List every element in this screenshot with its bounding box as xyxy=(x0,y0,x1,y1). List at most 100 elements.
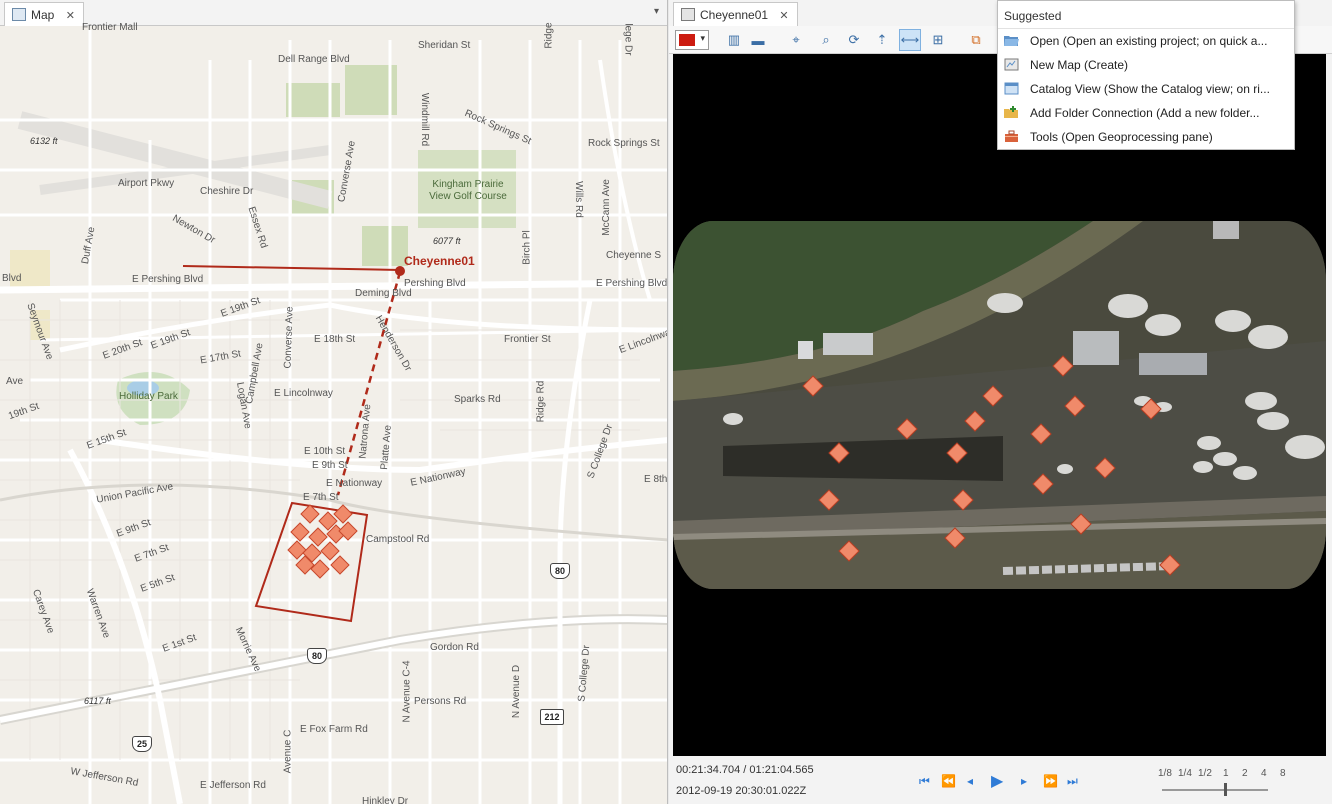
skip-to-end-icon[interactable]: ⏭ xyxy=(1067,774,1078,789)
speed-label: 1/2 xyxy=(1198,768,1212,779)
speed-label: 1/8 xyxy=(1158,768,1172,779)
rewind-icon[interactable]: ⏪ xyxy=(941,774,956,788)
speed-label: 4 xyxy=(1261,768,1267,779)
track-icon[interactable]: ⟷ xyxy=(899,29,921,51)
park-label: Kingham Prairie View Golf Course xyxy=(429,179,507,202)
map-label: Ridge xyxy=(543,22,555,49)
map-label: Rock Springs St xyxy=(588,138,660,149)
map-label: Birch Pl xyxy=(521,230,533,265)
map-label: Cheshire Dr xyxy=(200,186,254,197)
color-picker[interactable]: ▾ xyxy=(675,30,709,50)
add-folder-icon xyxy=(1004,106,1018,118)
map-label: Windmill Rd xyxy=(419,92,431,147)
pane-menu-icon[interactable]: ▾ xyxy=(654,6,659,17)
tab-map[interactable]: Map ✕ xyxy=(4,2,84,26)
map-label: Deming Blvd xyxy=(355,288,412,299)
suggested-item-label: Tools (Open Geoprocessing pane) xyxy=(1030,130,1213,144)
step-back-icon[interactable]: ◂ xyxy=(967,774,973,788)
map-label: Frontier Mall xyxy=(82,22,138,33)
video-player[interactable] xyxy=(673,54,1326,756)
catalog-icon xyxy=(1004,82,1019,95)
time-position: 00:21:34.704 / 01:21:04.565 xyxy=(676,764,814,776)
suggested-item-label: Add Folder Connection (Add a new folder.… xyxy=(1030,106,1260,120)
route-shield-icon: 212 xyxy=(540,709,564,725)
video-frame xyxy=(673,221,1326,589)
map-label: E 8th xyxy=(644,474,668,485)
map-label: Cheyenne S xyxy=(606,250,662,261)
map-label: Pershing Blvd xyxy=(404,278,466,289)
map-label: E Fox Farm Rd xyxy=(300,724,368,735)
play-icon[interactable]: ▶ xyxy=(991,771,1003,791)
north-icon[interactable]: ⇡ xyxy=(871,29,893,51)
suggested-item-label: New Map (Create) xyxy=(1030,58,1129,72)
map-icon xyxy=(12,8,26,21)
suggested-item-new-map[interactable]: New Map (Create) xyxy=(998,53,1294,77)
zoom-frame-icon[interactable]: ⌕ xyxy=(815,29,837,51)
color-swatch xyxy=(679,34,695,46)
elevation-label: 6117 ft xyxy=(84,696,111,706)
folder-open-icon xyxy=(1004,36,1019,46)
suggested-item-label: Open (Open an existing project; on quick… xyxy=(1030,34,1268,48)
interstate-shield-icon: 25 xyxy=(132,736,152,752)
tab-map-label: Map xyxy=(31,8,55,22)
chevron-down-icon: ▾ xyxy=(700,33,705,43)
suggested-item-add-folder[interactable]: Add Folder Connection (Add a new folder.… xyxy=(998,101,1294,125)
speed-label: 2 xyxy=(1242,768,1248,779)
suggested-item-tools[interactable]: Tools (Open Geoprocessing pane) xyxy=(998,125,1294,149)
map-label: E Nationway xyxy=(326,478,383,489)
suggested-item-catalog-view[interactable]: Catalog View (Show the Catalog view; on … xyxy=(998,77,1294,101)
close-icon[interactable]: ✕ xyxy=(779,10,788,22)
add-point-icon[interactable]: ⊞ xyxy=(927,29,949,51)
map-label: Ridge Rd xyxy=(535,380,547,423)
map-label: Sparks Rd xyxy=(454,394,501,405)
export-icon[interactable]: ⧉ xyxy=(965,29,987,51)
zoom-map-icon[interactable]: ⌖ xyxy=(785,29,807,51)
map-label: N Avenue D xyxy=(511,664,523,719)
map-label: Hinkley Dr xyxy=(362,796,409,804)
aerial-video-image xyxy=(673,221,1326,589)
rotate-icon[interactable]: ⟳ xyxy=(843,29,865,51)
playback-controls: 00:21:34.704 / 01:21:04.565 2012-09-19 2… xyxy=(669,756,1332,804)
map-label: N Avenue C-4 xyxy=(401,660,413,723)
elevation-label: 6077 ft xyxy=(433,236,461,246)
step-forward-icon[interactable]: ▸ xyxy=(1021,774,1027,788)
video-icon xyxy=(681,8,695,21)
map-label: Ave xyxy=(6,376,24,387)
map-label: Campstool Rd xyxy=(366,534,430,545)
measure-icon[interactable]: ▬ xyxy=(747,29,769,51)
map-label: E 10th St xyxy=(304,446,346,457)
map-label: Frontier St xyxy=(504,334,551,345)
map-pane: Map ✕ ▾ Frontier Mall Sheridan St Dell R… xyxy=(0,0,668,804)
map-label: Blvd xyxy=(2,273,22,284)
map-label: Sheridan St xyxy=(418,40,471,51)
map-label: E Lincolnway xyxy=(274,388,333,399)
basemap xyxy=(0,30,667,804)
suggested-title: Suggested xyxy=(998,1,1294,29)
map-label: lege Dr xyxy=(622,23,634,56)
map-canvas[interactable]: Frontier Mall Sheridan St Dell Range Blv… xyxy=(0,22,668,804)
speed-slider[interactable] xyxy=(1162,789,1268,791)
app-window: Map ✕ ▾ Frontier Mall Sheridan St Dell R… xyxy=(0,0,1332,804)
fast-forward-icon[interactable]: ⏩ xyxy=(1043,774,1058,788)
sensor-label: Cheyenne01 xyxy=(404,254,475,268)
speed-label: 1 xyxy=(1223,768,1229,779)
speed-label: 1/4 xyxy=(1178,768,1192,779)
interstate-shield-icon: 80 xyxy=(550,563,570,579)
map-label: E Pershing Blvd xyxy=(596,278,668,289)
tab-video-label: Cheyenne01 xyxy=(700,8,769,22)
park-label: Holliday Park xyxy=(119,391,178,402)
bookmark-icon[interactable]: ▥ xyxy=(723,29,745,51)
close-icon[interactable]: ✕ xyxy=(66,10,75,22)
map-label: Converse Ave xyxy=(282,306,296,369)
skip-to-start-icon[interactable]: ⏮ xyxy=(919,774,930,789)
map-label: Persons Rd xyxy=(414,696,467,707)
map-label: Avenue C xyxy=(282,729,294,774)
suggested-item-open[interactable]: Open (Open an existing project; on quick… xyxy=(998,29,1294,53)
map-label: E 7th St xyxy=(303,492,339,503)
speed-slider-thumb[interactable] xyxy=(1224,783,1227,796)
tab-cheyenne01[interactable]: Cheyenne01 ✕ xyxy=(673,2,798,26)
map-label: Wills Rd xyxy=(572,181,584,218)
map-label: E Pershing Blvd xyxy=(132,274,204,285)
map-label: Dell Range Blvd xyxy=(278,54,350,65)
elevation-label: 6132 ft xyxy=(30,136,58,146)
